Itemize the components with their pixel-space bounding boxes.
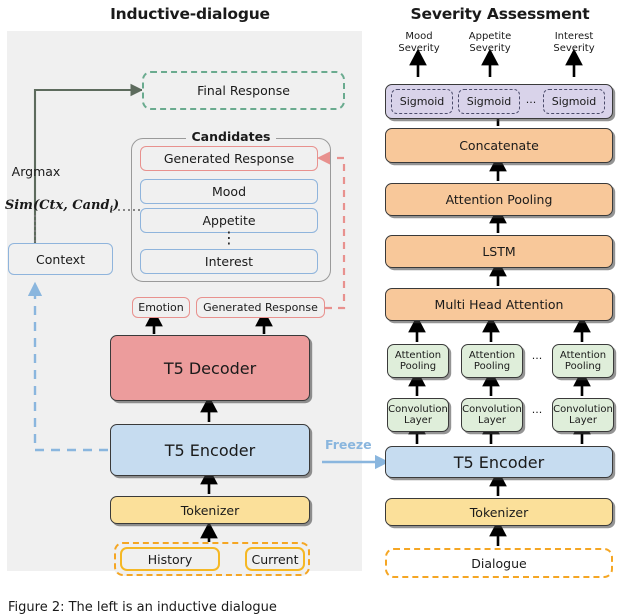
mood-severity-line2: Severity xyxy=(398,42,440,54)
mood-severity-line1: Mood xyxy=(405,31,433,42)
attention-pooling-box[interactable]: Attention Pooling xyxy=(385,183,613,216)
input-history-box[interactable]: History xyxy=(120,547,220,571)
interest-severity-line2: Severity xyxy=(553,42,595,54)
concatenate-box[interactable]: Concatenate xyxy=(385,128,613,163)
branch-conv-1-line1: Convolution xyxy=(388,403,448,415)
appetite-severity-line2: Severity xyxy=(469,42,511,54)
sigmoid-box-mood[interactable]: Sigmoid xyxy=(391,89,453,114)
multi-head-attention-box[interactable]: Multi Head Attention xyxy=(385,288,613,321)
input-current-box[interactable]: Current xyxy=(245,547,305,571)
branch-attention-pooling-2[interactable]: Attention Pooling xyxy=(461,344,523,378)
branch-conv-1-line2: Layer xyxy=(404,415,432,426)
branch-convolution-layer-2[interactable]: Convolution Layer xyxy=(461,398,523,432)
mood-severity-label: Mood Severity xyxy=(388,31,450,54)
candidates-ellipsis: ⋮ xyxy=(221,228,237,247)
branch-convolution-layer-3[interactable]: Convolution Layer xyxy=(552,398,614,432)
right-t5-encoder-box[interactable]: T5 Encoder xyxy=(385,446,613,478)
branch-attention-pooling-1[interactable]: Attention Pooling xyxy=(387,344,449,378)
candidates-legend: Candidates xyxy=(186,129,276,144)
branch-attention-pooling-3[interactable]: Attention Pooling xyxy=(552,344,614,378)
lstm-box[interactable]: LSTM xyxy=(385,235,613,268)
appetite-severity-line1: Appetite xyxy=(468,31,512,42)
sigmoid-box-appetite[interactable]: Sigmoid xyxy=(458,89,520,114)
emotion-output-box[interactable]: Emotion xyxy=(132,297,190,318)
branch-conv-3-line1: Convolution xyxy=(553,403,613,415)
branch-ap-2-line2: Pooling xyxy=(473,361,511,372)
generated-response-output-box[interactable]: Generated Response xyxy=(196,297,325,318)
interest-severity-label: Interest Severity xyxy=(543,31,605,54)
similarity-formula: Sim(Ctx, Candi) xyxy=(2,198,122,216)
branch-ap-1-line2: Pooling xyxy=(399,361,437,372)
appetite-severity-label: Appetite Severity xyxy=(459,31,521,54)
similarity-formula-main: Sim(Ctx, Cand xyxy=(4,198,110,213)
branch-ap-3-line1: Attention xyxy=(559,349,607,361)
candidate-generated-response[interactable]: Generated Response xyxy=(140,146,318,171)
branch-ap-2-line1: Attention xyxy=(468,349,516,361)
branch-conv-3-line2: Layer xyxy=(569,415,597,426)
branch-ap-1-line1: Attention xyxy=(394,349,442,361)
sigmoid-ellipsis: ··· xyxy=(525,96,537,109)
branch-convolution-layer-1[interactable]: Convolution Layer xyxy=(387,398,449,432)
final-response-box[interactable]: Final Response xyxy=(142,71,345,110)
branch-conv-2-line2: Layer xyxy=(478,415,506,426)
dialogue-input-box[interactable]: Dialogue xyxy=(385,548,613,578)
argmax-label: Argmax xyxy=(11,164,61,179)
right-tokenizer-box[interactable]: Tokenizer xyxy=(385,498,613,526)
candidate-mood[interactable]: Mood xyxy=(140,179,318,204)
branch-ellipsis-attention: ··· xyxy=(531,352,543,365)
interest-severity-line1: Interest xyxy=(554,31,594,42)
branch-ellipsis-convolution: ··· xyxy=(531,406,543,419)
context-box[interactable]: Context xyxy=(8,243,113,275)
branch-ap-3-line2: Pooling xyxy=(564,361,602,372)
branch-conv-2-line1: Convolution xyxy=(462,403,522,415)
candidate-interest[interactable]: Interest xyxy=(140,249,318,274)
t5-decoder-box[interactable]: T5 Decoder xyxy=(110,335,310,401)
sigmoid-box-interest[interactable]: Sigmoid xyxy=(543,89,605,114)
left-t5-encoder-box[interactable]: T5 Encoder xyxy=(110,424,310,476)
similarity-formula-close: ) xyxy=(112,198,120,213)
left-tokenizer-box[interactable]: Tokenizer xyxy=(110,496,310,524)
freeze-label: Freeze xyxy=(325,437,372,452)
figure-caption: Figure 2: The left is an inductive dialo… xyxy=(8,600,277,615)
